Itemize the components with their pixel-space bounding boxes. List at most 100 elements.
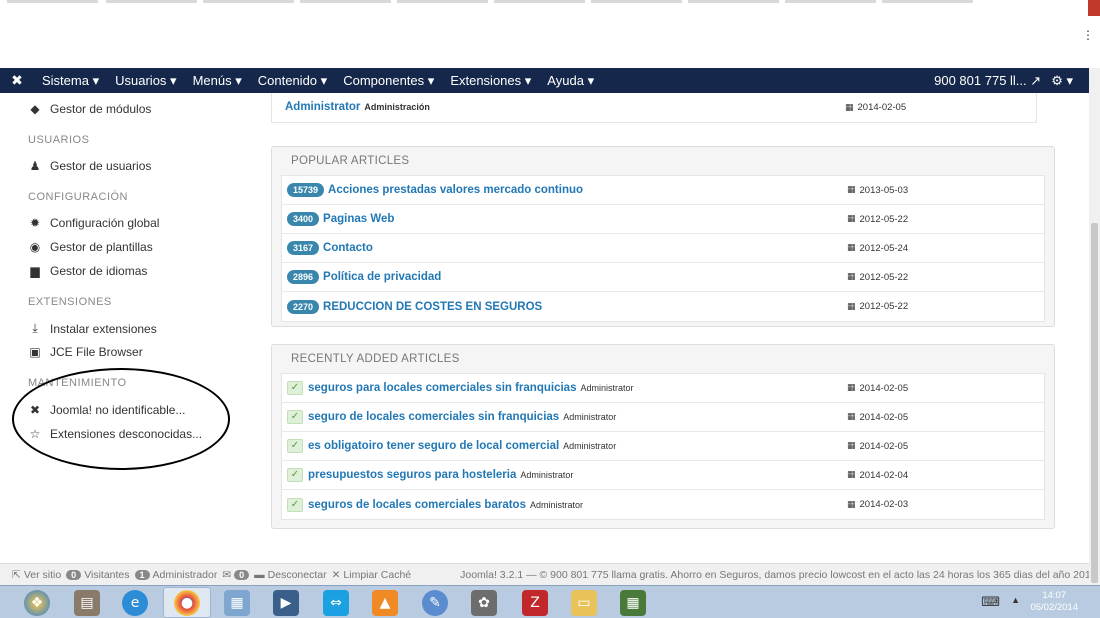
popular-articles-list: 15739 Acciones prestadas valores mercado … bbox=[281, 175, 1045, 322]
browser-tab[interactable] bbox=[300, 0, 391, 3]
sidebar-item-jce[interactable]: ▣ JCE File Browser bbox=[28, 345, 142, 359]
menu-menus[interactable]: Menús ▾ bbox=[185, 73, 250, 89]
menu-ayuda[interactable]: Ayuda ▾ bbox=[539, 73, 602, 89]
article-link[interactable]: Acciones prestadas valores mercado conti… bbox=[328, 184, 583, 196]
scrollbar-thumb[interactable] bbox=[1091, 223, 1098, 583]
folder-icon[interactable]: ▭ bbox=[571, 590, 597, 616]
browser-tab[interactable] bbox=[203, 0, 294, 3]
tray-arrow-icon[interactable]: ▲ bbox=[1011, 595, 1020, 605]
sidebar-item-users[interactable]: ♟ Gestor de usuarios bbox=[28, 159, 152, 173]
keyboard-icon[interactable]: ⌨ bbox=[981, 595, 1000, 610]
article-link[interactable]: seguros de locales comerciales baratos bbox=[308, 499, 526, 511]
chrome-icon[interactable]: ● bbox=[174, 590, 200, 616]
browser-tab[interactable] bbox=[106, 0, 197, 3]
calendar-icon: ▦ bbox=[847, 185, 856, 195]
article-link[interactable]: Contacto bbox=[323, 242, 373, 254]
app-icon[interactable]: ▤ bbox=[74, 590, 100, 616]
sidebar-item-global-config[interactable]: ✹ Configuración global bbox=[28, 216, 159, 230]
spreadsheet-icon[interactable]: ▦ bbox=[620, 590, 646, 616]
hits-badge: 2896 bbox=[287, 270, 320, 284]
internet-explorer-icon[interactable]: e bbox=[122, 590, 148, 616]
paint-icon[interactable]: ✎ bbox=[422, 590, 448, 616]
list-item: ✓ seguros para locales comerciales sin fr… bbox=[282, 374, 1044, 403]
logout-link[interactable]: ▬ Desconectar bbox=[254, 569, 326, 581]
browser-tab[interactable] bbox=[494, 0, 585, 3]
menu-contenido[interactable]: Contenido ▾ bbox=[250, 73, 335, 89]
date-label: 2012-05-24 bbox=[859, 242, 909, 254]
calendar-icon: ▦ bbox=[847, 470, 856, 480]
menu-label: Extensiones bbox=[450, 72, 522, 88]
menu-extensiones[interactable]: Extensiones ▾ bbox=[442, 73, 539, 89]
browser-tab[interactable] bbox=[785, 0, 876, 3]
browser-tab[interactable] bbox=[397, 0, 488, 3]
admins-label: Administrador bbox=[152, 568, 218, 581]
eye-icon: ◉ bbox=[29, 240, 41, 254]
joomla-icon[interactable]: ✖ bbox=[0, 73, 34, 89]
sidebar-item-modules[interactable]: ◆ Gestor de módulos bbox=[28, 102, 151, 116]
window-close-button[interactable] bbox=[1088, 0, 1100, 16]
author-label: Administrator bbox=[529, 499, 583, 510]
sidebar: ◆ Gestor de módulos USUARIOS ♟ Gestor de u… bbox=[0, 93, 255, 558]
article-link[interactable]: seguro de locales comerciales sin franqu… bbox=[308, 411, 559, 423]
check-icon: ✓ bbox=[287, 410, 303, 424]
sidebar-item-label: Gestor de idiomas bbox=[50, 264, 148, 278]
media-icon[interactable]: ▶ bbox=[273, 590, 299, 616]
gimp-icon[interactable]: ✿ bbox=[471, 590, 497, 616]
menu-label: Menús bbox=[192, 72, 232, 88]
check-icon: ✓ bbox=[287, 439, 303, 453]
calendar-icon: ▦ bbox=[847, 499, 856, 510]
browser-tab[interactable] bbox=[7, 0, 98, 3]
user-link[interactable]: Administrator Administración bbox=[285, 101, 430, 113]
taskbar-clock[interactable]: 14:07 05/02/2014 bbox=[1030, 590, 1078, 614]
settings-menu[interactable]: ⚙ ▾ bbox=[1051, 73, 1073, 89]
calendar-icon: ▦ bbox=[847, 301, 856, 312]
article-link[interactable]: REDUCCION DE COSTES EN SEGUROS bbox=[323, 301, 542, 313]
list-item: 2896 Política de privacidad ▦ 2012-05-22 bbox=[282, 263, 1044, 292]
teamviewer-icon[interactable]: ⇔ bbox=[323, 590, 349, 616]
sidebar-item-install[interactable]: ⤓ Instalar extensiones bbox=[28, 321, 156, 336]
browser-tab[interactable] bbox=[688, 0, 779, 3]
article-link[interactable]: seguros para locales comerciales sin fra… bbox=[308, 382, 576, 394]
article-link[interactable]: Política de privacidad bbox=[323, 271, 441, 283]
start-button[interactable]: ❖ bbox=[24, 590, 50, 616]
browser-tab[interactable] bbox=[591, 0, 682, 3]
admins-status: 1 Administrador bbox=[134, 568, 218, 581]
image-icon: ▣ bbox=[29, 345, 41, 359]
filezilla-icon[interactable]: Z bbox=[522, 590, 548, 616]
external-link-icon: ⇱ bbox=[12, 568, 21, 581]
list-item: ✓ seguros de locales comerciales baratos A… bbox=[282, 490, 1044, 519]
date-cell: ▦ 2012-05-22 bbox=[847, 301, 908, 312]
hits-badge: 2270 bbox=[287, 299, 320, 314]
date-label: 2014-02-05 bbox=[859, 440, 909, 452]
date-cell: ▦ 2012-05-22 bbox=[847, 214, 908, 225]
calculator-icon[interactable]: ▦ bbox=[224, 590, 250, 616]
vlc-icon[interactable]: ▲ bbox=[372, 590, 398, 616]
date-label: 2014-02-05 bbox=[859, 411, 909, 423]
chevron-down-icon: ▾ bbox=[587, 72, 595, 88]
footer-copyright: Joomla! 3.2.1 — © 900 801 775 llama grat… bbox=[460, 568, 1097, 581]
messages-status[interactable]: ✉ 0 bbox=[222, 569, 250, 581]
menu-sistema[interactable]: Sistema ▾ bbox=[34, 73, 107, 89]
annotation-ellipse bbox=[12, 368, 230, 470]
view-site-link[interactable]: ⇱ Ver sitio bbox=[12, 569, 61, 581]
check-icon: ✓ bbox=[287, 468, 303, 482]
vertical-scrollbar[interactable] bbox=[1089, 68, 1100, 585]
browser-tab[interactable] bbox=[882, 0, 973, 3]
article-link[interactable]: presupuestos seguros para hosteleria bbox=[308, 469, 516, 481]
date-cell: ▦ 2014-02-05 bbox=[847, 383, 908, 394]
site-link[interactable]: 900 801 775 ll... ↗ bbox=[934, 73, 1041, 89]
calendar-icon: ▦ bbox=[847, 441, 856, 451]
menu-usuarios[interactable]: Usuarios ▾ bbox=[107, 73, 184, 89]
browser-menu-icon[interactable]: ⋮ bbox=[1082, 28, 1094, 42]
calendar-icon: ▦ bbox=[847, 243, 856, 253]
article-link[interactable]: es obligatoiro tener seguro de local com… bbox=[308, 440, 559, 452]
calendar-icon: ▦ bbox=[847, 412, 856, 422]
author-label: Administrator bbox=[520, 470, 574, 480]
sidebar-item-templates[interactable]: ◉ Gestor de plantillas bbox=[28, 240, 153, 254]
clear-cache-link[interactable]: ✕ Limpiar Caché bbox=[332, 569, 412, 581]
sidebar-item-languages[interactable]: ▆ Gestor de idiomas bbox=[28, 264, 147, 278]
users-icon: ♟ bbox=[29, 159, 41, 173]
date-label: 2014-02-04 bbox=[859, 469, 909, 481]
article-link[interactable]: Paginas Web bbox=[323, 213, 394, 225]
menu-componentes[interactable]: Componentes ▾ bbox=[335, 73, 442, 89]
